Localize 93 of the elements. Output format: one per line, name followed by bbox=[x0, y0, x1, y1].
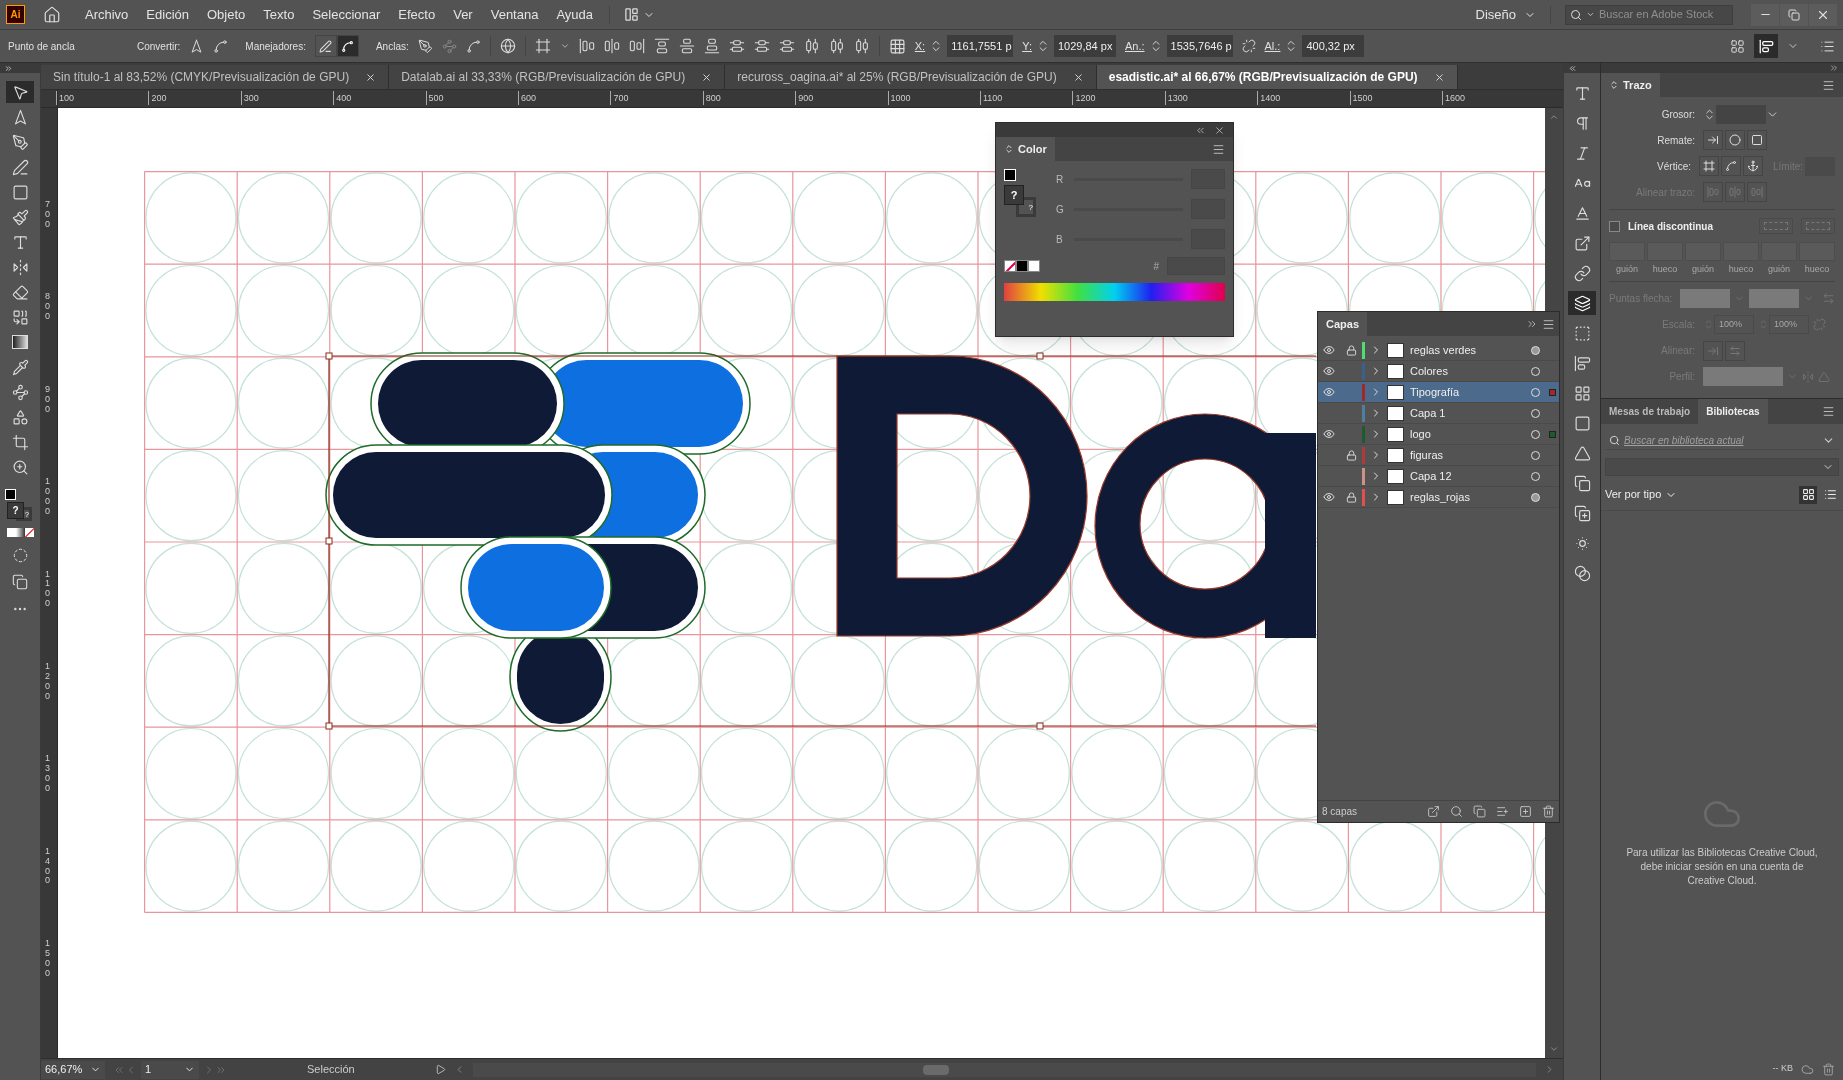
layer-row[interactable]: reglas verdes bbox=[1318, 340, 1559, 361]
dash-field-label: guión bbox=[1616, 263, 1638, 276]
field-label: X: bbox=[914, 38, 926, 54]
layer-row[interactable]: figuras bbox=[1318, 445, 1559, 466]
ruler-label: 1000 bbox=[45, 477, 51, 517]
layer-name[interactable]: reglas_rojas bbox=[1410, 488, 1531, 506]
channel-label: G bbox=[1056, 202, 1065, 217]
ruler-label: 1100 bbox=[980, 91, 1003, 105]
ruler-label: 1400 bbox=[1257, 91, 1281, 105]
ruler-label: 600 bbox=[518, 91, 537, 105]
checkbox-label: Línea discontinua bbox=[1628, 219, 1714, 234]
ruler-label: 100 bbox=[56, 91, 75, 105]
layer-name[interactable]: Tipografía bbox=[1410, 383, 1531, 401]
ruler-label: 300 bbox=[240, 91, 259, 105]
ruler-label: 200 bbox=[148, 91, 167, 105]
artboard-dropdown[interactable]: 1 bbox=[141, 1060, 199, 1079]
ruler-label: 400 bbox=[333, 91, 352, 105]
sign-in-message: Para utilizar las Bibliotecas Creative Cloud, debe iniciar sesión en una cuenta de Creative Cloud. bbox=[1625, 846, 1819, 888]
ruler-label: 1000 bbox=[887, 91, 911, 105]
ruler-label: 1600 bbox=[1442, 91, 1466, 105]
panel-tab[interactable]: Mesas de trabajo bbox=[1601, 398, 1699, 424]
value-field[interactable]: 1161,7551 p bbox=[947, 35, 1014, 57]
hex-label: # bbox=[1153, 259, 1159, 274]
field-label: Y: bbox=[1022, 38, 1032, 54]
storage-label: -- KB bbox=[1772, 1062, 1793, 1076]
dash-field-label: guión bbox=[1692, 263, 1714, 276]
stroke-label: Remate: bbox=[1656, 133, 1695, 148]
convert-label: Convertir: bbox=[137, 39, 181, 54]
ruler-label: 1500 bbox=[45, 939, 51, 979]
document-tab[interactable]: Datalab.ai al 33,33% (RGB/Previsualización de GPU) bbox=[389, 65, 726, 89]
dash-field-label: hueco bbox=[1804, 263, 1830, 276]
field-label: Al.: bbox=[1264, 38, 1281, 54]
menu-item[interactable]: Objeto bbox=[201, 2, 252, 27]
layer-row[interactable]: Capa 1 bbox=[1318, 403, 1559, 424]
ruler-label: 700 bbox=[45, 200, 51, 230]
ruler-label: 500 bbox=[425, 91, 444, 105]
ruler-label: 1200 bbox=[1072, 91, 1096, 105]
dash-field-label: hueco bbox=[1652, 263, 1678, 276]
ruler-label: 1400 bbox=[45, 846, 51, 887]
ruler-label: 1200 bbox=[45, 662, 51, 702]
document-tab[interactable]: esadistic.ai* al 66,67% (RGB/Previsualización de GPU) bbox=[1096, 65, 1458, 89]
ruler-label: 1100 bbox=[45, 569, 51, 610]
value-field[interactable]: 1535,7646 p bbox=[1166, 35, 1233, 57]
ruler-label: 700 bbox=[610, 91, 629, 105]
panel-tab[interactable]: Capas bbox=[1318, 312, 1368, 336]
menu-item[interactable]: Ayuda bbox=[550, 2, 600, 27]
menu-item[interactable]: Ver bbox=[447, 2, 479, 27]
zoom-dropdown[interactable]: 66,67% bbox=[41, 1060, 105, 1079]
ruler-label: 1300 bbox=[45, 754, 51, 794]
stroke-label: Vértice: bbox=[1656, 159, 1691, 174]
layer-name[interactable]: logo bbox=[1410, 425, 1531, 443]
panel-tab[interactable]: Bibliotecas bbox=[1698, 398, 1768, 424]
ruler-label: 1300 bbox=[1164, 91, 1188, 105]
document-tab[interactable]: recuross_oagina.ai* al 25% (RGB/Previsualización de GPU) bbox=[725, 65, 1097, 89]
panel-tab[interactable]: Color bbox=[996, 137, 1055, 161]
layer-row[interactable]: Capa 12 bbox=[1318, 466, 1559, 487]
channel-label: B bbox=[1056, 232, 1064, 247]
menu-item[interactable]: Texto bbox=[257, 2, 301, 27]
channel-label: R bbox=[1056, 172, 1065, 187]
layer-name[interactable]: Capa 1 bbox=[1410, 404, 1531, 422]
handles-label: Manejadores: bbox=[245, 39, 306, 54]
layer-row[interactable]: Tipografía bbox=[1318, 382, 1559, 403]
menu-item[interactable]: Archivo bbox=[79, 2, 135, 27]
layer-row[interactable]: reglas_rojas bbox=[1318, 487, 1559, 508]
workspace-switcher[interactable]: Diseño bbox=[1467, 4, 1544, 25]
layer-row[interactable]: logo bbox=[1318, 424, 1559, 445]
layer-name[interactable]: Capa 12 bbox=[1410, 467, 1531, 485]
value-field[interactable]: 1029,84 px bbox=[1053, 35, 1116, 57]
ruler-label: 800 bbox=[702, 91, 721, 105]
ruler-label: 900 bbox=[45, 384, 51, 415]
ruler-label: 800 bbox=[45, 292, 51, 323]
app-logo: Ai bbox=[6, 5, 25, 24]
menu-item[interactable]: Ventana bbox=[484, 2, 545, 27]
layer-name[interactable]: Colores bbox=[1410, 362, 1531, 380]
field-label: An.: bbox=[1124, 38, 1145, 54]
layer-name[interactable]: reglas verdes bbox=[1410, 341, 1531, 359]
ruler-label: 900 bbox=[795, 91, 814, 105]
anchors-label: Anclas: bbox=[375, 39, 409, 54]
current-tool-label: Selección bbox=[307, 1062, 356, 1078]
dash-field-label: guión bbox=[1768, 263, 1790, 276]
selection-label: Punto de ancla bbox=[8, 39, 76, 54]
dash-field-label: hueco bbox=[1728, 263, 1754, 276]
view-by-dropdown[interactable]: Ver por tipo bbox=[1605, 486, 1678, 503]
menu-item[interactable]: Seleccionar bbox=[306, 2, 387, 27]
value-field[interactable]: 400,32 px bbox=[1302, 35, 1365, 57]
panel-tab[interactable]: Trazo bbox=[1601, 73, 1660, 97]
stroke-label: Grosor: bbox=[1660, 107, 1695, 122]
menu-item[interactable]: Edición bbox=[140, 2, 195, 27]
ruler-label: 1500 bbox=[1349, 91, 1373, 105]
layer-count: 8 capas bbox=[1322, 805, 1358, 819]
document-tab[interactable]: Sin título-1 al 83,52% (CMYK/Previsualización de GPU) bbox=[41, 65, 390, 89]
menu-item[interactable]: Efecto bbox=[392, 2, 442, 27]
layer-name[interactable]: figuras bbox=[1410, 446, 1531, 464]
